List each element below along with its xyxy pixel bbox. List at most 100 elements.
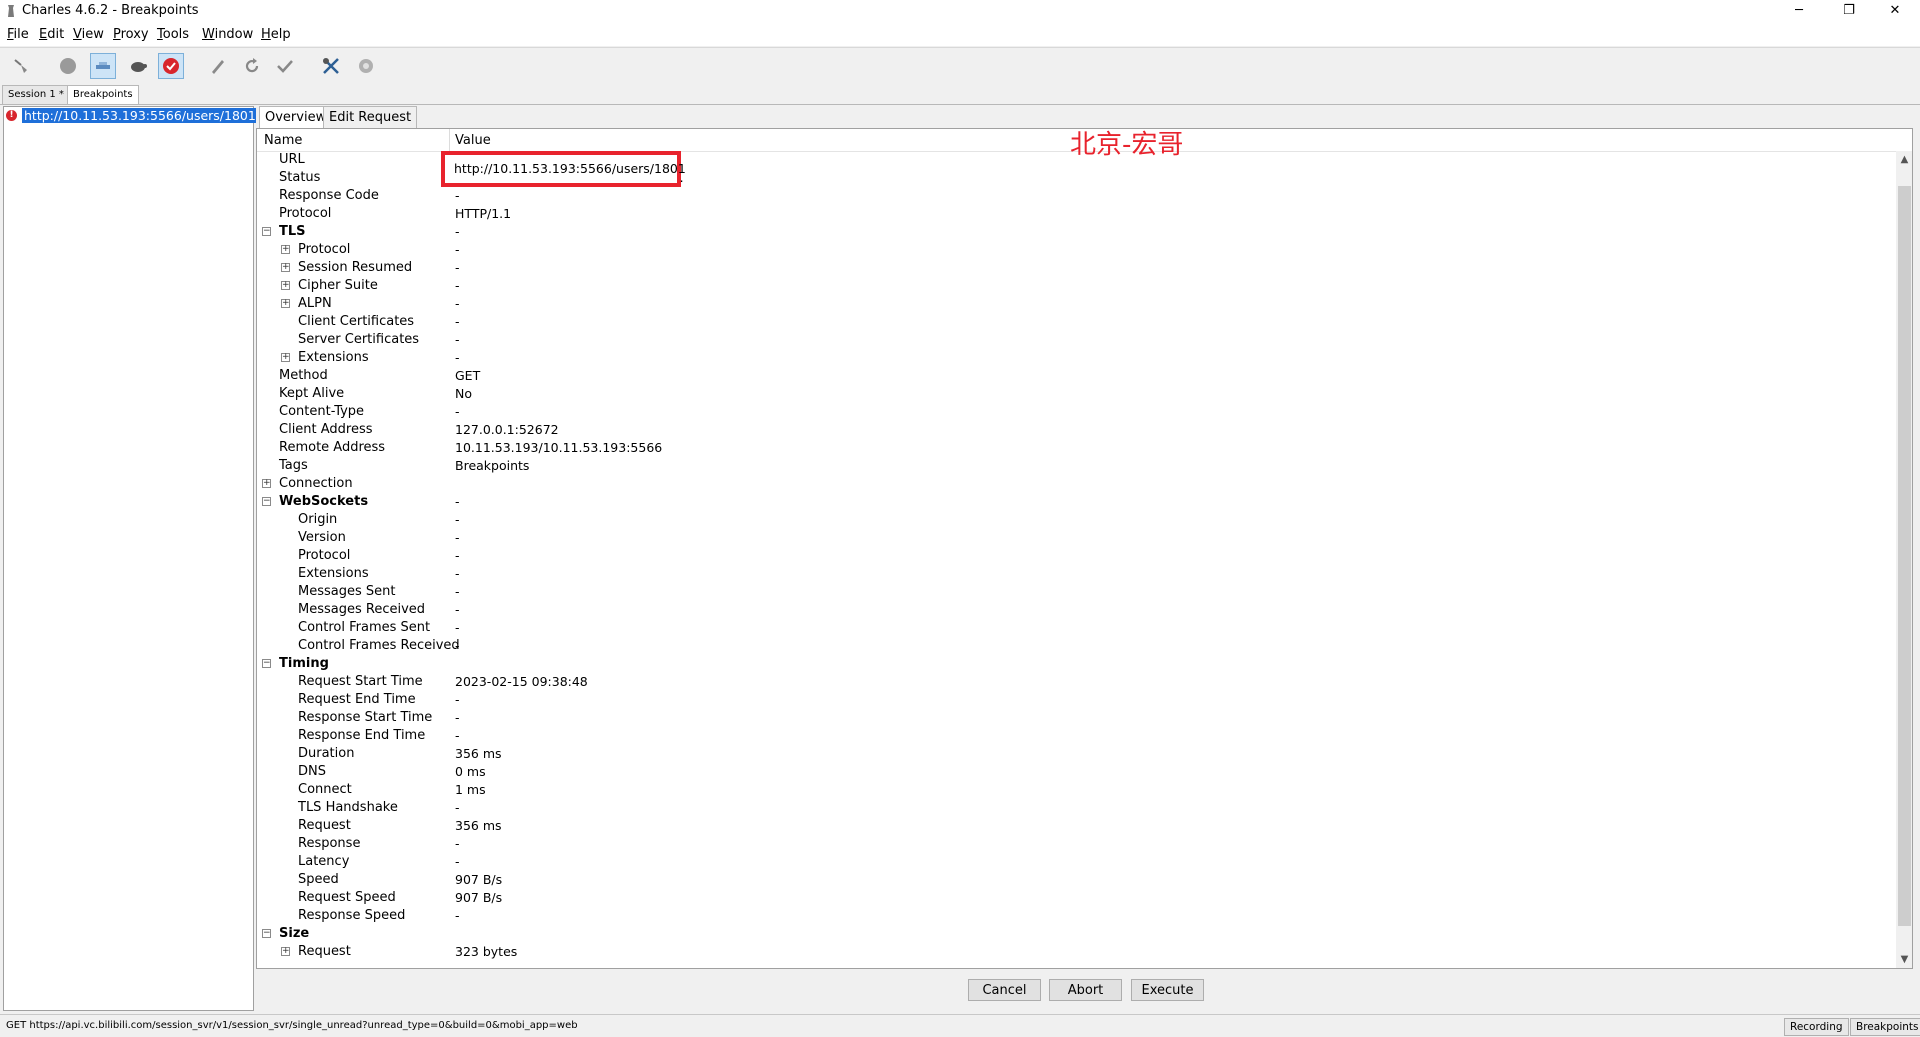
detail-panel: Overview Edit Request Name Value URL Stat… — [256, 106, 1913, 970]
url-value[interactable]: http://10.11.53.193:5566/users/1801 — [454, 161, 686, 176]
breakpoints-status-button[interactable]: Breakpoints — [1850, 1018, 1920, 1036]
table-row[interactable]: Response Start Time - — [257, 709, 1897, 727]
vertical-scrollbar[interactable]: ▲ ▼ — [1896, 151, 1912, 968]
table-row[interactable]: Response Speed - — [257, 907, 1897, 925]
expand-icon[interactable]: + — [281, 281, 290, 290]
table-row[interactable]: Response Code - — [257, 187, 1897, 205]
tab-breakpoints[interactable]: Breakpoints — [67, 85, 139, 104]
table-row[interactable]: Messages Sent - — [257, 583, 1897, 601]
table-row[interactable]: + Session Resumed - — [257, 259, 1897, 277]
column-divider[interactable] — [449, 129, 450, 151]
table-row[interactable]: Messages Received - — [257, 601, 1897, 619]
table-row[interactable]: + Protocol - — [257, 241, 1897, 259]
table-row[interactable]: + Request 323 bytes — [257, 943, 1897, 961]
table-row[interactable]: − Timing — [257, 655, 1897, 673]
table-row[interactable]: Duration 356 ms — [257, 745, 1897, 763]
table-row[interactable]: + ALPN - — [257, 295, 1897, 313]
validate-icon[interactable] — [272, 53, 298, 79]
expand-icon[interactable]: + — [262, 479, 271, 488]
row-name: TLS Handshake — [298, 800, 398, 815]
table-row[interactable]: Control Frames Sent - — [257, 619, 1897, 637]
table-row[interactable]: Client Address 127.0.0.1:52672 — [257, 421, 1897, 439]
table-row[interactable]: Tags Breakpoints — [257, 457, 1897, 475]
repeat-icon[interactable] — [239, 53, 265, 79]
table-row[interactable]: Protocol - — [257, 547, 1897, 565]
menu-tools[interactable]: Tools — [157, 27, 189, 42]
collapse-icon[interactable]: − — [262, 929, 271, 938]
collapse-icon[interactable]: − — [262, 497, 271, 506]
expand-icon[interactable]: + — [281, 245, 290, 254]
menu-help[interactable]: Help — [261, 27, 291, 42]
recording-button[interactable]: Recording — [1784, 1018, 1849, 1036]
scroll-down-icon[interactable]: ▼ — [1896, 951, 1912, 968]
minimize-button[interactable]: ─ — [1776, 0, 1822, 24]
collapse-icon[interactable]: − — [262, 659, 271, 668]
table-row[interactable]: Extensions - — [257, 565, 1897, 583]
table-row[interactable]: − Size — [257, 925, 1897, 943]
table-row[interactable]: + Extensions - — [257, 349, 1897, 367]
cancel-button[interactable]: Cancel — [968, 979, 1041, 1001]
table-row[interactable]: Method GET — [257, 367, 1897, 385]
list-item[interactable]: ! http://10.11.53.193:5566/users/1801 — [6, 107, 258, 124]
throttle-icon[interactable] — [90, 53, 116, 79]
table-row[interactable]: Latency - — [257, 853, 1897, 871]
collapse-icon[interactable]: − — [262, 227, 271, 236]
table-row[interactable]: Server Certificates - — [257, 331, 1897, 349]
breakpoints-icon[interactable] — [158, 53, 184, 79]
table-row[interactable]: TLS Handshake - — [257, 799, 1897, 817]
table-row[interactable]: Request Speed 907 B/s — [257, 889, 1897, 907]
row-value: - — [455, 602, 460, 617]
table-row[interactable]: Remote Address 10.11.53.193/10.11.53.193:… — [257, 439, 1897, 457]
table-row[interactable]: Response End Time - — [257, 727, 1897, 745]
expand-icon[interactable]: + — [281, 947, 290, 956]
record-icon[interactable] — [55, 53, 81, 79]
table-row[interactable]: + Cipher Suite - — [257, 277, 1897, 295]
execute-button[interactable]: Execute — [1131, 979, 1204, 1001]
table-row[interactable]: Version - — [257, 529, 1897, 547]
table-row[interactable]: Client Certificates - — [257, 313, 1897, 331]
tab-edit-request[interactable]: Edit Request — [323, 106, 418, 128]
menu-proxy[interactable]: Proxy — [113, 27, 149, 42]
column-name-header[interactable]: Name — [264, 133, 302, 148]
expand-icon[interactable]: + — [281, 299, 290, 308]
restore-button[interactable]: ❐ — [1826, 0, 1872, 24]
table-row[interactable]: Content-Type - — [257, 403, 1897, 421]
table-row[interactable]: Control Frames Received - — [257, 637, 1897, 655]
compose-icon[interactable] — [205, 53, 231, 79]
selected-request-url[interactable]: http://10.11.53.193:5566/users/1801 — [22, 108, 258, 123]
table-row[interactable]: DNS 0 ms — [257, 763, 1897, 781]
scroll-thumb[interactable] — [1898, 186, 1911, 926]
expand-icon[interactable]: + — [281, 353, 290, 362]
menu-file[interactable]: File — [7, 27, 29, 42]
row-value: - — [455, 800, 460, 815]
table-row[interactable]: Request End Time - — [257, 691, 1897, 709]
table-row[interactable]: Response - — [257, 835, 1897, 853]
table-row[interactable]: Speed 907 B/s — [257, 871, 1897, 889]
table-row[interactable]: Origin - — [257, 511, 1897, 529]
broom-icon[interactable] — [9, 53, 35, 79]
table-row[interactable]: Kept Alive No — [257, 385, 1897, 403]
table-row[interactable]: + Connection — [257, 475, 1897, 493]
settings-icon[interactable] — [353, 53, 379, 79]
table-row[interactable]: − TLS - — [257, 223, 1897, 241]
expand-icon[interactable]: + — [281, 263, 290, 272]
table-row[interactable]: − WebSockets - — [257, 493, 1897, 511]
abort-button[interactable]: Abort — [1049, 979, 1122, 1001]
scroll-up-icon[interactable]: ▲ — [1896, 151, 1912, 168]
table-row[interactable]: Protocol HTTP/1.1 — [257, 205, 1897, 223]
table-row[interactable]: Request 356 ms — [257, 817, 1897, 835]
row-value: - — [455, 314, 460, 329]
row-value: - — [455, 404, 460, 419]
close-button[interactable]: ✕ — [1872, 0, 1918, 24]
table-row[interactable]: Request Start Time 2023-02-15 09:38:48 — [257, 673, 1897, 691]
turtle-icon[interactable] — [125, 53, 151, 79]
row-name: Speed — [298, 872, 339, 887]
tab-session-1[interactable]: Session 1 * — [2, 85, 70, 104]
table-row[interactable]: Connect 1 ms — [257, 781, 1897, 799]
menu-edit[interactable]: Edit — [39, 27, 64, 42]
tab-overview[interactable]: Overview — [259, 106, 333, 128]
menu-view[interactable]: View — [73, 27, 104, 42]
menu-window[interactable]: Window — [202, 27, 253, 42]
tools-icon[interactable] — [318, 53, 344, 79]
column-value-header[interactable]: Value — [455, 133, 491, 148]
